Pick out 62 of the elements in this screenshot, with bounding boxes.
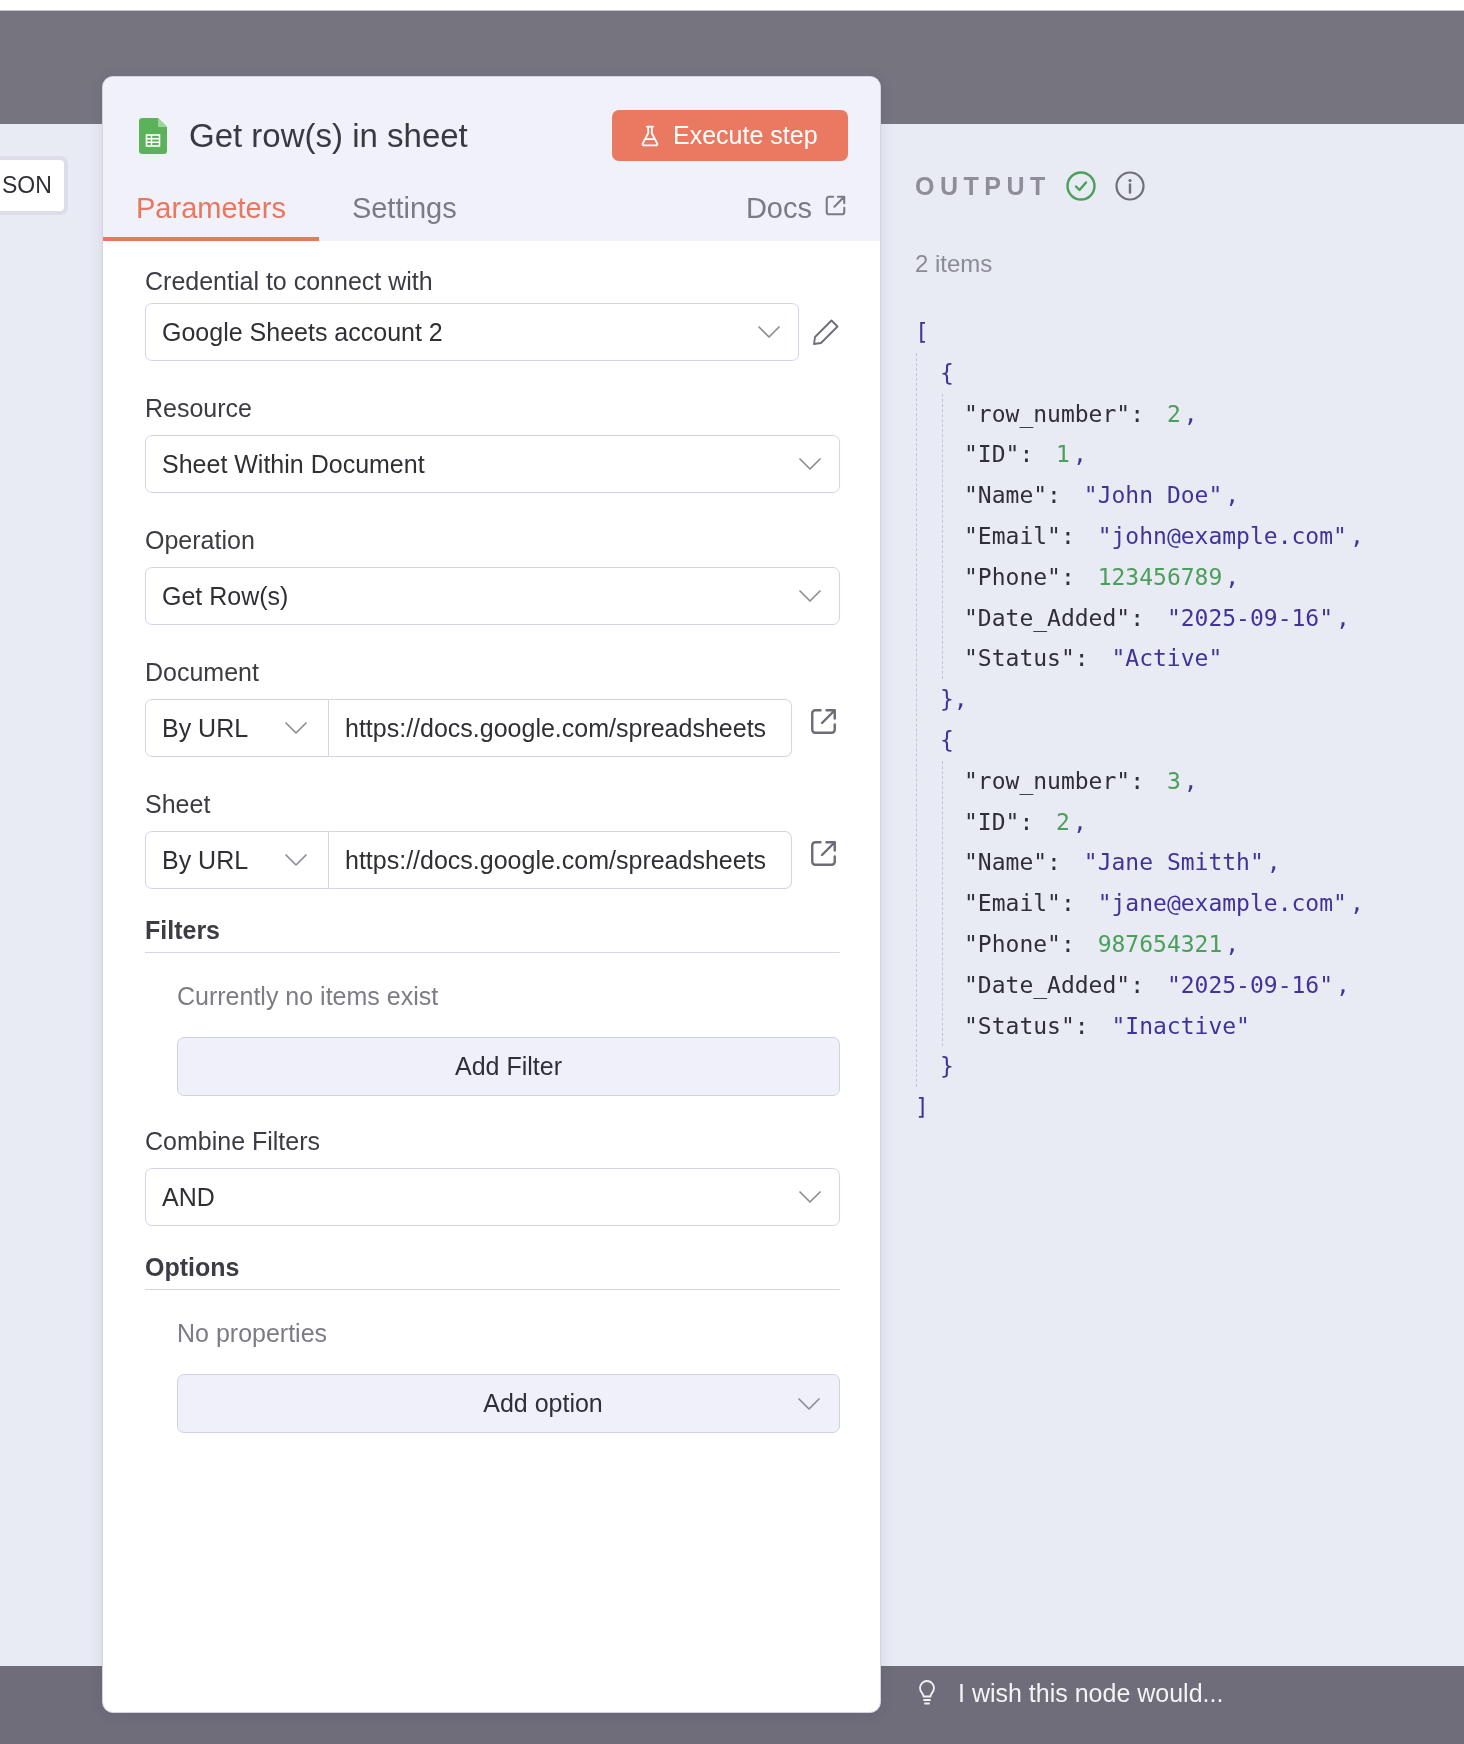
code-line: } xyxy=(940,1052,954,1082)
chevron-down-icon xyxy=(798,1397,820,1410)
chevron-down-icon xyxy=(799,458,821,470)
output-title: OUTPUT xyxy=(915,171,1051,201)
mode-button[interactable]: SON xyxy=(0,156,68,215)
spreadsheet-icon xyxy=(139,117,167,154)
chevron-down-icon xyxy=(799,1191,821,1203)
code-line: "Status": "Inactive" xyxy=(964,1011,1250,1041)
field-label: Resource xyxy=(145,393,253,423)
chevron-down-icon xyxy=(285,722,307,734)
code-line: "Email": "john@example.com", xyxy=(964,522,1364,551)
field-label: Combine Filters xyxy=(145,1126,322,1156)
field-label: Credential to connect with xyxy=(145,266,434,296)
field-label: Document xyxy=(145,657,260,687)
add-button[interactable]: Add option xyxy=(177,1374,840,1433)
dropdown-field[interactable]: Google Sheets account 2 xyxy=(145,303,799,361)
code-line: "Email": "jane@example.com", xyxy=(964,889,1364,919)
code-line: "Phone": 987654321, xyxy=(964,929,1240,959)
feedback-prompt[interactable]: I wish this node would... xyxy=(958,1678,1224,1708)
code-line: "Date_Added": "2025-09-16", xyxy=(964,603,1350,634)
code-line: ] xyxy=(915,1093,929,1123)
empty-note: No properties xyxy=(177,1318,329,1348)
code-line: "Name": "Jane Smitth", xyxy=(964,848,1281,878)
code-line: { xyxy=(940,358,954,388)
dropdown-field[interactable]: Sheet Within Document xyxy=(145,435,840,493)
lightbulb-icon xyxy=(918,1680,936,1706)
code-line: "ID": 1, xyxy=(964,440,1087,470)
chevron-down-icon xyxy=(799,590,821,602)
external-link-icon xyxy=(825,194,846,216)
url-field[interactable]: https://docs.google.com/spreadsheets xyxy=(329,831,792,889)
chevron-down-icon xyxy=(285,854,307,866)
dropdown-field[interactable]: AND xyxy=(145,1168,840,1226)
code-line: }, xyxy=(940,685,968,715)
external-link-icon[interactable] xyxy=(810,707,837,735)
tab[interactable]: Settings xyxy=(318,173,490,241)
node-title: Get row(s) in sheet xyxy=(189,116,468,155)
code-line: [ xyxy=(915,318,929,347)
mode-dropdown[interactable]: By URL xyxy=(145,831,329,889)
chevron-down-icon xyxy=(758,326,780,338)
docs-link[interactable]: Docs xyxy=(745,173,880,237)
add-button[interactable]: Add Filter xyxy=(177,1037,840,1096)
code-line: "Status": "Active" xyxy=(964,644,1223,674)
pencil-icon[interactable] xyxy=(812,318,840,346)
field-label: Sheet xyxy=(145,789,212,819)
code-line: "ID": 2, xyxy=(964,807,1087,837)
url-field[interactable]: https://docs.google.com/spreadsheets xyxy=(329,699,792,757)
code-line: "Date_Added": "2025-09-16", xyxy=(964,970,1350,1001)
flask-icon xyxy=(641,124,659,147)
external-link-icon[interactable] xyxy=(810,839,837,867)
code-line: "row_number": 3, xyxy=(964,766,1198,797)
code-line: { xyxy=(940,725,954,755)
code-line: "row_number": 2, xyxy=(964,399,1198,430)
item-count: 2 items xyxy=(915,249,993,279)
field-label: Operation xyxy=(145,525,256,555)
empty-note: Currently no items exist xyxy=(177,981,440,1011)
code-line: "Name": "John Doe", xyxy=(964,481,1240,511)
info-icon xyxy=(1114,171,1145,201)
mode-dropdown[interactable]: By URL xyxy=(145,699,329,757)
section-heading: Options xyxy=(145,1252,840,1290)
dropdown-field[interactable]: Get Row(s) xyxy=(145,567,840,625)
section-heading: Filters xyxy=(145,915,840,953)
code-line: "Phone": 123456789, xyxy=(964,562,1240,592)
